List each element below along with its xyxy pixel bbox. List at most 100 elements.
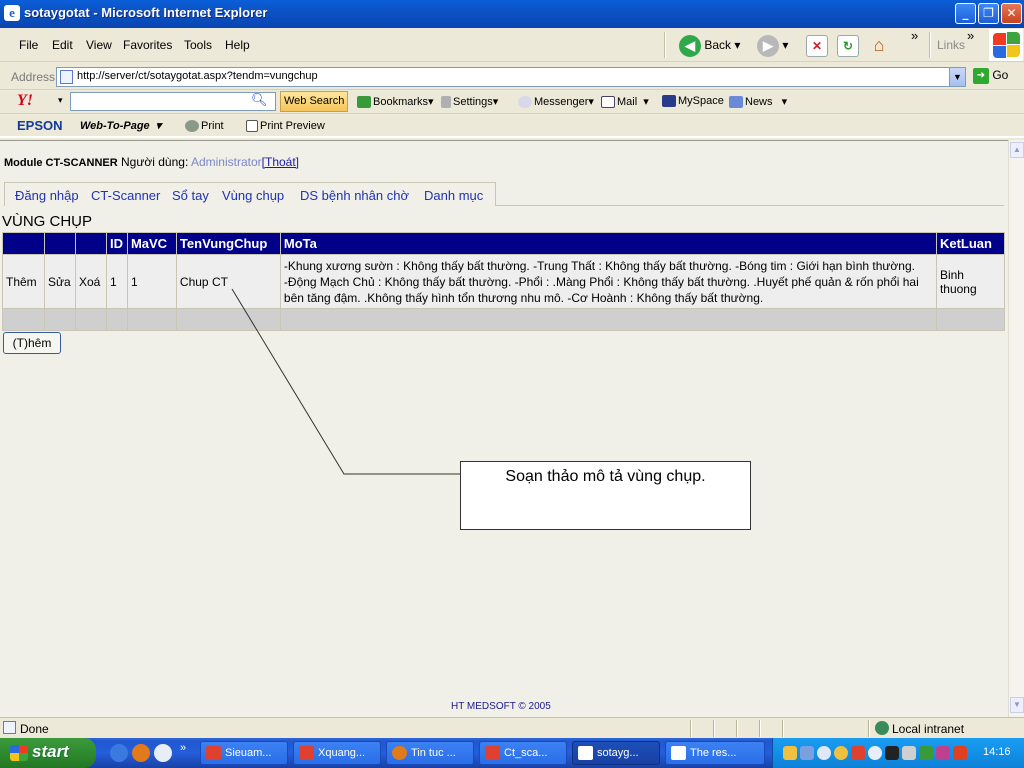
status-text: Done: [20, 722, 49, 736]
print-preview-button[interactable]: Print Preview: [246, 120, 325, 133]
tray-app-icon[interactable]: [885, 746, 899, 760]
toolbar-chevron-icon[interactable]: »: [911, 28, 918, 43]
window-title: sotaygotat - Microsoft Internet Explorer: [24, 5, 268, 20]
task-label: Sieuam...: [225, 747, 272, 759]
tray-shield-icon[interactable]: [919, 746, 933, 760]
task-xquang[interactable]: Xquang...: [293, 741, 381, 765]
page-icon: [60, 70, 73, 84]
menu-file[interactable]: File: [19, 38, 38, 52]
yahoo-menu-chevron-icon[interactable]: ▾: [58, 95, 63, 106]
yahoo-search-input[interactable]: [70, 92, 276, 111]
home-button[interactable]: ⌂: [868, 33, 890, 57]
go-arrow-icon: ➜: [973, 68, 989, 84]
go-label: Go: [992, 68, 1009, 83]
print-icon: [185, 120, 199, 133]
print-button[interactable]: Print: [185, 120, 224, 133]
messenger-button[interactable]: Messenger▾: [518, 95, 594, 109]
back-button[interactable]: ◀ Back ▾: [679, 33, 740, 57]
clock: 14:16: [983, 746, 1011, 758]
tray-messenger-icon[interactable]: [834, 746, 848, 760]
pdf-icon: [299, 746, 314, 760]
settings-button[interactable]: Settings▾: [441, 95, 498, 109]
system-tray: 14:16: [772, 738, 1024, 768]
epson-logo: EPSON: [17, 118, 63, 133]
refresh-button[interactable]: ↻: [837, 33, 859, 57]
go-button[interactable]: ➜ Go: [973, 68, 1008, 84]
menu-favorites[interactable]: Favorites: [123, 38, 172, 52]
address-dropdown-icon[interactable]: ▼: [949, 68, 965, 86]
myspace-icon: [662, 95, 676, 108]
address-input[interactable]: http://server/ct/sotaygotat.aspx?tendm=v…: [56, 67, 966, 87]
menu-view[interactable]: View: [86, 38, 112, 52]
tray-network-icon[interactable]: [800, 746, 814, 760]
menu-help[interactable]: Help: [225, 38, 250, 52]
stop-button[interactable]: ✕: [806, 33, 828, 57]
tray-sound-icon[interactable]: [902, 746, 916, 760]
task-sieuam[interactable]: Sieuam...: [200, 741, 288, 765]
stop-icon: ✕: [806, 34, 828, 57]
search-icon[interactable]: 🔍︎: [251, 92, 268, 108]
windows-logo-icon: [989, 29, 1023, 61]
yahoo-toolbar: Y! ▾ 🔍︎ Web Search Bookmarks▾ Settings▾ …: [0, 90, 1024, 114]
bookmark-icon: [357, 96, 371, 109]
web-to-page-label: Web-To-Page: [80, 120, 150, 132]
web-to-page-menu[interactable]: Web-To-Page ▾: [80, 119, 161, 132]
quicklaunch-chevron-icon[interactable]: »: [180, 742, 186, 754]
scroll-down-icon[interactable]: ▼: [1010, 697, 1024, 713]
pdf-icon: [485, 746, 500, 760]
page-footer: HT MEDSOFT © 2005: [451, 701, 551, 712]
pdf-icon: [206, 746, 221, 760]
task-ct-scanner[interactable]: Ct_sca...: [479, 741, 567, 765]
print-preview-icon: [246, 120, 258, 133]
tray-antivirus-icon[interactable]: [953, 746, 967, 760]
task-tin-tuc[interactable]: Tin tuc ...: [386, 741, 474, 765]
links-label[interactable]: Links: [937, 38, 965, 52]
vertical-scrollbar[interactable]: ▲ ▼: [1008, 140, 1024, 717]
title-bar[interactable]: e sotaygotat - Microsoft Internet Explor…: [0, 0, 1024, 28]
mail-icon: [601, 96, 615, 109]
ie-page-icon: [578, 746, 593, 760]
tray-download-icon[interactable]: [868, 746, 882, 760]
bookmarks-button[interactable]: Bookmarks▾: [357, 95, 434, 109]
start-button[interactable]: start: [0, 738, 96, 768]
tray-folder-icon[interactable]: [783, 746, 797, 760]
yahoo-logo[interactable]: Y!: [17, 92, 33, 110]
intranet-globe-icon: [875, 721, 889, 735]
mail-label: Mail: [617, 96, 638, 108]
scroll-up-icon[interactable]: ▲: [1010, 142, 1024, 158]
quicklaunch-ie-icon[interactable]: [110, 744, 128, 762]
tray-alert-icon[interactable]: [851, 746, 865, 760]
firefox-icon: [392, 746, 407, 760]
print-preview-label: Print Preview: [260, 120, 325, 132]
web-search-button[interactable]: Web Search: [280, 91, 349, 112]
quicklaunch-download-icon[interactable]: [154, 744, 172, 762]
back-label: Back: [704, 38, 732, 52]
menu-bar: File Edit View Favorites Tools Help ◀ Ba…: [0, 28, 1024, 62]
menu-tools[interactable]: Tools: [184, 38, 212, 52]
task-sotaygotat[interactable]: sotayg...: [572, 741, 660, 765]
forward-arrow-icon: ▶: [757, 34, 779, 57]
ie-page-icon: [671, 746, 686, 760]
back-arrow-icon: ◀: [679, 34, 701, 57]
start-label: start: [32, 742, 69, 761]
task-the-res[interactable]: The res...: [665, 741, 765, 765]
links-chevron-icon[interactable]: »: [967, 28, 974, 43]
address-label: Address: [11, 70, 56, 84]
close-button[interactable]: ✕: [1001, 3, 1022, 24]
forward-button[interactable]: ▶ ▾: [757, 33, 788, 57]
news-button[interactable]: News ▾: [729, 95, 787, 109]
epson-toolbar: EPSON Web-To-Page ▾ Print Print Preview: [0, 115, 1024, 138]
restore-button[interactable]: ❐: [978, 3, 999, 24]
quicklaunch-firefox-icon[interactable]: [132, 744, 150, 762]
messenger-icon: [518, 96, 532, 109]
tray-tool-icon[interactable]: [936, 746, 950, 760]
tray-info-icon[interactable]: [817, 746, 831, 760]
myspace-button[interactable]: MySpace: [662, 95, 724, 108]
news-label: News: [745, 96, 773, 108]
mail-button[interactable]: Mail ▾: [601, 95, 649, 109]
security-zone: Local intranet: [892, 722, 965, 736]
minimize-button[interactable]: _: [955, 3, 976, 24]
page-viewport: Module CT-SCANNER Người dùng: Administra…: [0, 140, 1008, 717]
task-label: The res...: [690, 747, 737, 759]
menu-edit[interactable]: Edit: [52, 38, 73, 52]
